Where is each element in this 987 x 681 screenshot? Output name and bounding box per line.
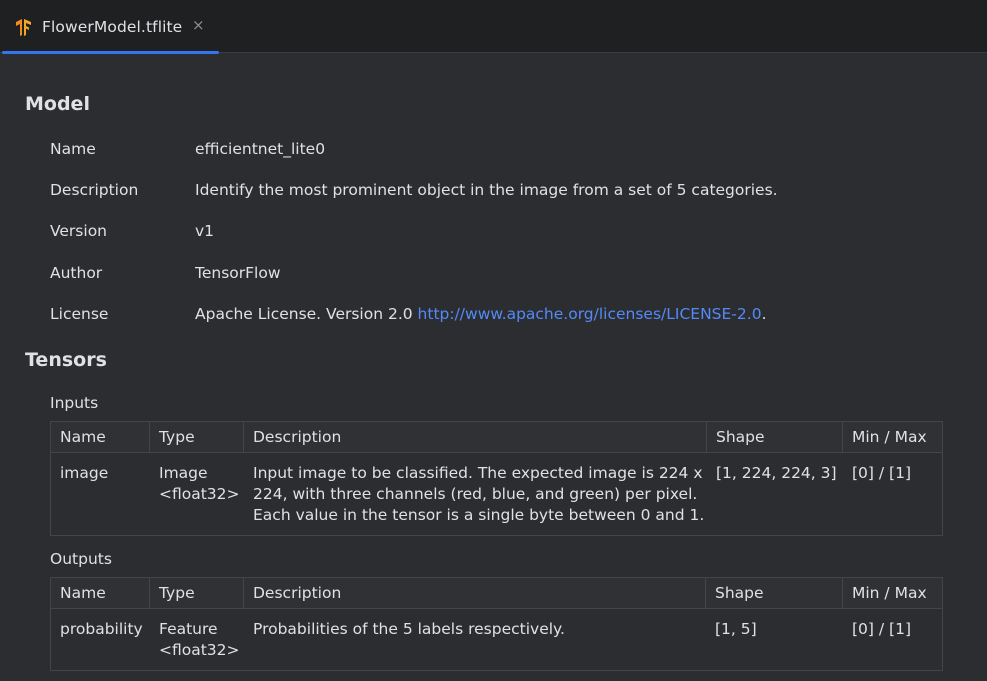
inputs-table: Name Type Description Shape Min / Max im…	[50, 421, 943, 536]
license-suffix: .	[761, 305, 767, 323]
column-divider	[705, 578, 706, 609]
tensors-section-title: Tensors	[25, 349, 107, 371]
model-section-title: Model	[25, 93, 90, 115]
close-icon[interactable]: ×	[192, 16, 205, 34]
field-value-description: Identify the most prominent object in th…	[195, 181, 778, 199]
cell-type-line1: Image	[159, 464, 208, 482]
field-label-description: Description	[50, 181, 139, 199]
col-header-minmax: Min / Max	[852, 584, 927, 602]
cell-description-line2: 224, with three channels (red, blue, and…	[253, 485, 698, 503]
outputs-label: Outputs	[50, 550, 112, 568]
col-header-shape: Shape	[716, 428, 765, 446]
cell-description-line3: Each value in the tensor is a single byt…	[253, 506, 705, 524]
tab-label: FlowerModel.tflite	[42, 18, 183, 36]
column-divider	[243, 578, 244, 609]
inputs-label: Inputs	[50, 394, 99, 412]
column-divider	[706, 422, 707, 453]
field-label-author: Author	[50, 264, 103, 282]
col-header-shape: Shape	[715, 584, 764, 602]
table-header: Name Type Description Shape Min / Max	[51, 578, 942, 609]
field-value-license: Apache License. Version 2.0 http://www.a…	[195, 305, 767, 323]
cell-type-line1: Feature	[159, 620, 218, 638]
cell-minmax: [0] / [1]	[852, 464, 911, 482]
col-header-type: Type	[159, 584, 195, 602]
col-header-name: Name	[60, 584, 106, 602]
cell-shape: [1, 5]	[715, 620, 757, 638]
table-header: Name Type Description Shape Min / Max	[51, 422, 942, 453]
cell-type-line2: <float32>	[159, 641, 240, 659]
license-link[interactable]: http://www.apache.org/licenses/LICENSE-2…	[418, 305, 762, 323]
field-value-author: TensorFlow	[195, 264, 281, 282]
field-label-license: License	[50, 305, 109, 323]
field-label-version: Version	[50, 222, 107, 240]
cell-description-line1: Probabilities of the 5 labels respective…	[253, 620, 565, 638]
field-value-version: v1	[195, 222, 215, 240]
column-divider	[243, 422, 244, 453]
column-divider	[149, 422, 150, 453]
column-divider	[842, 578, 843, 609]
cell-type-line2: <float32>	[159, 485, 240, 503]
tensorflow-logo-icon	[16, 19, 31, 36]
cell-minmax: [0] / [1]	[852, 620, 911, 638]
field-label-name: Name	[50, 140, 96, 158]
active-tab-indicator	[2, 51, 219, 54]
column-divider	[842, 422, 843, 453]
col-header-description: Description	[253, 428, 342, 446]
col-header-minmax: Min / Max	[852, 428, 927, 446]
cell-name: image	[60, 464, 109, 482]
field-value-name: efficientnet_lite0	[195, 140, 326, 158]
license-text: Apache License. Version 2.0	[195, 305, 418, 323]
col-header-name: Name	[60, 428, 106, 446]
col-header-description: Description	[253, 584, 342, 602]
outputs-table: Name Type Description Shape Min / Max pr…	[50, 577, 943, 671]
cell-name: probability	[60, 620, 143, 638]
tab-flowermodel[interactable]: FlowerModel.tflite ×	[0, 0, 219, 54]
cell-shape: [1, 224, 224, 3]	[716, 464, 837, 482]
cell-description-line1: Input image to be classified. The expect…	[253, 464, 703, 482]
col-header-type: Type	[159, 428, 195, 446]
editor-tab-bar: FlowerModel.tflite ×	[0, 0, 987, 54]
column-divider	[149, 578, 150, 609]
